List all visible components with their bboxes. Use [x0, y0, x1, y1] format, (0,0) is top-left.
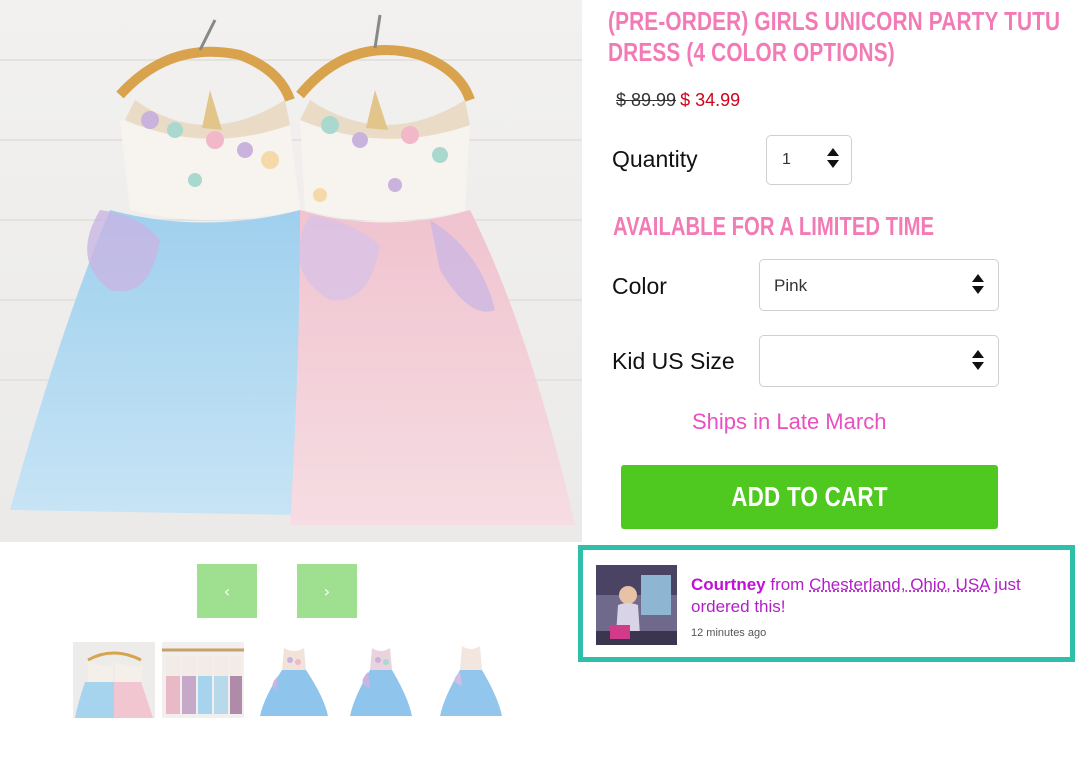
color-label: Color — [612, 273, 667, 299]
customer-location-link[interactable]: Chesterland, Ohio, USA — [809, 575, 989, 594]
color-select[interactable]: Pink — [759, 259, 999, 311]
add-to-cart-label: ADD TO CART — [731, 481, 888, 512]
shipping-note: Ships in Late March — [692, 409, 887, 434]
customer-photo — [596, 565, 677, 645]
product-title: (PRE-ORDER) GIRLS UNICORN PARTY TUTU DRE… — [608, 6, 1061, 67]
color-selected-value: Pink — [774, 276, 808, 295]
thumbnail-blue-dress-back[interactable] — [436, 642, 506, 718]
size-select[interactable] — [759, 335, 999, 387]
add-to-cart-button[interactable]: ADD TO CART — [621, 465, 998, 529]
thumbnail-blue-dress-side[interactable] — [346, 642, 416, 718]
order-time: 12 minutes ago — [691, 627, 767, 639]
popup-message: Courtney from Chesterland, Ohio, USA jus… — [691, 574, 1066, 618]
main-product-image — [0, 0, 582, 542]
price-row: $ 89.99 $ 34.99 — [616, 90, 740, 111]
up-down-arrows-icon — [827, 148, 839, 168]
thumbnail-dresses-pair[interactable] — [73, 642, 155, 718]
customer-name: Courtney — [691, 575, 766, 594]
up-down-arrows-icon — [972, 274, 984, 294]
recent-order-popup[interactable]: Courtney from Chesterland, Ohio, USA jus… — [578, 545, 1075, 662]
chevron-left-icon: ‹ — [223, 581, 231, 601]
quantity-label: Quantity — [612, 146, 698, 172]
quantity-value: 1 — [782, 151, 791, 168]
size-label: Kid US Size — [612, 348, 735, 374]
quantity-stepper[interactable]: 1 — [766, 135, 852, 185]
gallery-next-button[interactable]: › — [297, 564, 357, 618]
popup-from-text: from — [765, 575, 810, 594]
chevron-right-icon: › — [323, 581, 331, 601]
availability-heading: AVAILABLE FOR A LIMITED TIME — [613, 211, 935, 241]
original-price: $ 89.99 — [616, 90, 677, 110]
up-down-arrows-icon — [972, 350, 984, 370]
sale-price: $ 34.99 — [680, 90, 741, 110]
gallery-prev-button[interactable]: ‹ — [197, 564, 257, 618]
thumbnail-blue-dress-front[interactable] — [256, 642, 332, 718]
thumbnail-dresses-rack[interactable] — [162, 642, 244, 718]
